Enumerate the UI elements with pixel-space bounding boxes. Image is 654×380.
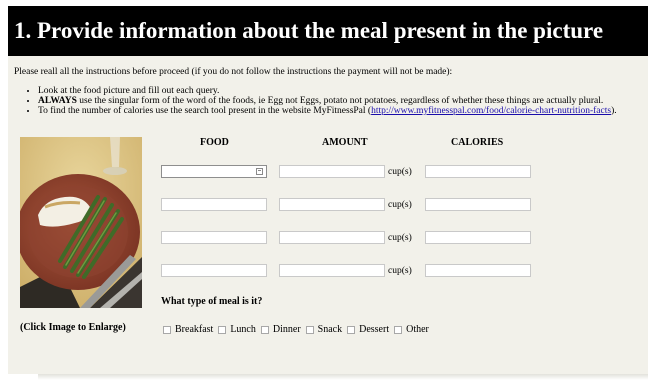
unit-label: cup(s) [388, 266, 412, 276]
instruction-item: Look at the food picture and fill out ea… [38, 86, 654, 96]
amount-input-1[interactable] [279, 165, 385, 178]
instruction-item: To find the number of calories use the s… [38, 106, 654, 116]
unit-label: cup(s) [388, 200, 412, 210]
food-input-3[interactable] [161, 231, 267, 244]
amount-input-3[interactable] [279, 231, 385, 244]
meal-option-dessert[interactable]: Dessert [347, 324, 389, 335]
column-header-amount: AMOUNT [322, 137, 368, 148]
meal-type-options: Breakfast Lunch Dinner Snack Dessert Oth… [163, 324, 434, 335]
calories-input-1[interactable] [425, 165, 531, 178]
food-input-1[interactable] [161, 165, 267, 178]
instruction-list: Look at the food picture and fill out ea… [14, 86, 654, 116]
amount-input-2[interactable] [279, 198, 385, 211]
food-input-2[interactable] [161, 198, 267, 211]
checkbox[interactable] [260, 325, 269, 334]
amount-input-4[interactable] [279, 264, 385, 277]
instructions-intro: Please reall all the instructions before… [14, 67, 453, 77]
checkbox[interactable] [305, 325, 314, 334]
calories-input-3[interactable] [425, 231, 531, 244]
food-photo-image [20, 137, 142, 308]
column-header-calories: CALORIES [451, 137, 504, 148]
meal-option-lunch[interactable]: Lunch [218, 324, 256, 335]
food-input-4[interactable] [161, 264, 267, 277]
checkbox[interactable] [163, 325, 171, 334]
hit-form: 1. Provide information about the meal pr… [8, 6, 648, 380]
calories-input-2[interactable] [425, 198, 531, 211]
page-title: 1. Provide information about the meal pr… [8, 6, 648, 56]
instruction-item: ALWAYS use the singular form of the word… [38, 96, 654, 106]
unit-label: cup(s) [388, 233, 412, 243]
checkbox[interactable] [347, 325, 356, 334]
unit-label: cup(s) [388, 167, 412, 177]
column-header-food: FOOD [200, 137, 229, 148]
meal-option-dinner[interactable]: Dinner [260, 324, 301, 335]
myfitnesspal-link[interactable]: http://www.myfitnesspal.com/food/calorie… [371, 106, 611, 116]
autocomplete-list-icon [256, 168, 263, 175]
meal-option-other[interactable]: Other [394, 324, 429, 335]
meal-option-breakfast[interactable]: Breakfast [163, 324, 213, 335]
checkbox[interactable] [394, 325, 403, 334]
checkbox[interactable] [218, 325, 227, 334]
meal-type-question: What type of meal is it? [161, 296, 263, 307]
bottom-shadow [38, 374, 648, 380]
calories-input-4[interactable] [425, 264, 531, 277]
emphasis: ALWAYS [38, 96, 77, 106]
photo-caption: (Click Image to Enlarge) [20, 322, 126, 333]
food-photo[interactable] [20, 137, 142, 308]
meal-option-snack[interactable]: Snack [305, 324, 342, 335]
